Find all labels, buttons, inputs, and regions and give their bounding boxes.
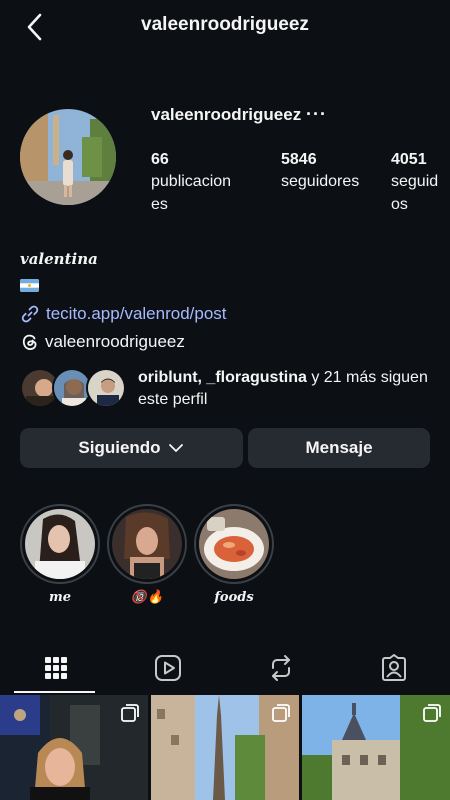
mutual-followers-avatars[interactable] xyxy=(20,368,130,410)
posts-label: publicaciones xyxy=(151,173,232,213)
stat-posts[interactable]: 66 publicaciones xyxy=(151,150,251,216)
tab-reels[interactable] xyxy=(112,645,224,691)
tab-tagged[interactable] xyxy=(338,645,450,691)
link-text: tecito.app/valenrod/post xyxy=(46,304,227,323)
following-count: 4051 xyxy=(391,151,427,168)
threads-icon xyxy=(22,334,37,350)
multiple-posts-icon xyxy=(121,704,139,722)
more-options-icon[interactable]: ··· xyxy=(306,104,327,125)
link-icon xyxy=(21,305,39,323)
profile-username: valeenroodrigueez xyxy=(151,105,302,124)
grid-post[interactable] xyxy=(151,695,299,800)
message-button-label: Mensaje xyxy=(305,438,373,457)
highlight-label: foods xyxy=(214,590,254,605)
following-button-label: Siguiendo xyxy=(78,438,161,457)
chevron-down-icon xyxy=(168,444,183,452)
tab-reposts[interactable] xyxy=(225,645,337,691)
stat-following[interactable]: 4051 seguidos xyxy=(391,150,450,216)
tab-posts[interactable] xyxy=(0,645,112,691)
multiple-posts-icon xyxy=(272,704,290,722)
following-label: seguidos xyxy=(391,173,439,213)
profile-name: valentina xyxy=(20,250,98,268)
posts-grid xyxy=(0,695,450,800)
following-button[interactable]: Siguiendo xyxy=(20,428,243,468)
followers-count: 5846 xyxy=(281,151,317,168)
page-title: valeenroodrigueez xyxy=(141,14,309,35)
mutual-followers-names: oriblunt, _floragustina xyxy=(138,369,307,386)
followers-label: seguidores xyxy=(281,173,360,190)
message-button[interactable]: Mensaje xyxy=(248,428,430,468)
stat-followers[interactable]: 5846 seguidores xyxy=(281,150,381,193)
highlight-18[interactable]: 🔞🔥 xyxy=(107,504,187,605)
highlight-label: 🔞🔥 xyxy=(130,590,164,605)
avatar xyxy=(86,368,126,408)
highlight-label: me xyxy=(48,590,72,605)
reels-icon xyxy=(155,655,181,681)
top-bar: valeenroodrigueez xyxy=(0,0,450,54)
threads-username: valeenroodrigueez xyxy=(45,332,185,351)
threads-link[interactable]: valeenroodrigueez xyxy=(20,331,185,353)
grid-post[interactable] xyxy=(302,695,450,800)
bio-link[interactable]: tecito.app/valenrod/post xyxy=(20,303,227,325)
mutual-followers-text[interactable]: oriblunt, _floragustina y 21 más siguen … xyxy=(138,367,438,411)
posts-count: 66 xyxy=(151,151,169,168)
tagged-icon xyxy=(382,654,406,681)
active-tab-indicator xyxy=(14,691,95,693)
grid-icon xyxy=(45,657,67,679)
argentina-flag-icon xyxy=(20,279,39,292)
multiple-posts-icon xyxy=(423,704,441,722)
profile-tabs xyxy=(0,645,450,693)
profile-avatar[interactable] xyxy=(20,109,116,205)
repost-icon xyxy=(272,655,290,681)
highlight-foods[interactable]: foods xyxy=(194,504,274,605)
highlight-me[interactable]: me xyxy=(20,504,100,605)
grid-post[interactable] xyxy=(0,695,148,800)
